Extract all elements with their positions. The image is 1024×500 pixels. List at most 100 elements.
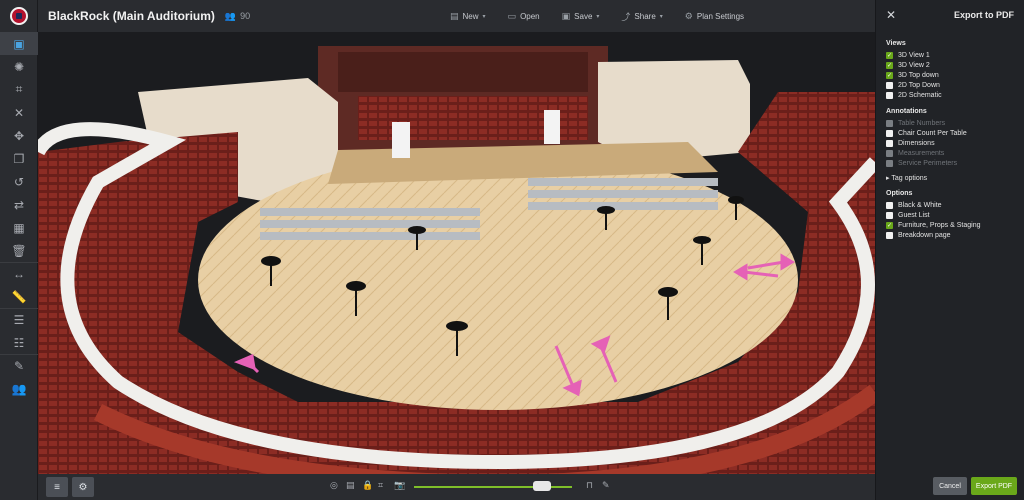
target-icon[interactable]: ◎	[330, 480, 338, 491]
cube-tool-button[interactable]: ▣	[0, 32, 38, 55]
magic-tool-button[interactable]: ✺	[0, 55, 38, 78]
swap-tool-button[interactable]: ⇄	[0, 193, 38, 216]
menu-share[interactable]: ⤴ Share ▾	[621, 10, 662, 23]
checkbox[interactable]	[886, 201, 893, 209]
annotation-option-label: Chair Count Per Table	[898, 129, 967, 137]
zoom-slider-thumb[interactable]	[533, 481, 551, 491]
view-option-label: 3D Top down	[898, 71, 939, 79]
image-tool-button[interactable]: ▦	[0, 216, 38, 239]
caret-right-icon: ▸	[886, 175, 890, 182]
gear-icon: ⚙	[684, 10, 693, 21]
views-section-title: Views	[886, 40, 906, 47]
menu-save[interactable]: ▣ Save ▾	[562, 11, 600, 22]
checkbox[interactable]	[886, 231, 893, 239]
layers-button[interactable]: ≡	[46, 477, 68, 497]
layers-icon: ≡	[54, 481, 60, 493]
folder-icon: ▭	[507, 10, 517, 21]
auditorium-floor	[198, 150, 798, 410]
measure-tool-button[interactable]: ↔	[0, 262, 38, 285]
view-option[interactable]: ✓ 3D View 1	[886, 50, 1024, 60]
view-option[interactable]: 2D Top Down	[886, 80, 1024, 90]
option-option[interactable]: Breakdown page	[886, 230, 1024, 240]
camera-icon[interactable]: 📷	[394, 480, 405, 491]
ruler-icon: 📏	[11, 289, 27, 304]
annotation-option: Table Numbers	[886, 118, 1024, 128]
annotation-option[interactable]: Dimensions	[886, 138, 1024, 148]
panel-title: Export to PDF	[954, 10, 1014, 20]
menu-open[interactable]: ▭ Open	[508, 11, 540, 22]
annotations-section-title: Annotations	[886, 108, 927, 115]
delete-x-button[interactable]: ✕	[0, 101, 38, 124]
close-icon[interactable]: ✕	[886, 8, 896, 22]
checkbox[interactable]	[886, 129, 893, 137]
option-option-label: Breakdown page	[898, 231, 951, 239]
option-option-label: Guest List	[898, 211, 930, 219]
align-top-button[interactable]: ☰	[0, 308, 38, 331]
annotations-list: Table Numbers Chair Count Per Table Dimens…	[876, 118, 1024, 168]
pencil-icon[interactable]: ✎	[602, 480, 610, 491]
checkbox	[886, 159, 893, 167]
crop-tool-button[interactable]: ⌗	[0, 78, 38, 101]
checkbox[interactable]: ✓	[886, 71, 893, 79]
annotation-option[interactable]: Chair Count Per Table	[886, 128, 1024, 138]
cancel-button[interactable]: Cancel	[933, 477, 967, 495]
top-bar: BlackRock (Main Auditorium) 👥 90 ▤ New ▾ ▭…	[38, 0, 875, 32]
floorplan-icon[interactable]: ▤	[346, 480, 355, 491]
lock-icon[interactable]: 🔒	[362, 480, 373, 491]
menu-new[interactable]: ▤ New ▾	[450, 11, 486, 22]
crop-icon[interactable]: ⌗	[378, 480, 383, 491]
bottom-bar: ≡ ⚙ ◎ ▤ 🔒 ⌗ 📷 ⊓ ✎	[38, 474, 875, 500]
copy-icon: ❐	[13, 151, 25, 166]
option-option[interactable]: Black & White	[886, 200, 1024, 210]
align-stack-icon: ☷	[13, 335, 25, 350]
crest-logo-icon	[10, 7, 28, 25]
options-list: Black & White Guest List ✓ Furniture, Props…	[876, 200, 1024, 240]
align-bottom-button[interactable]: ☷	[0, 331, 38, 354]
rotate-icon: ↺	[13, 174, 25, 189]
annotation-option-label: Dimensions	[898, 139, 935, 147]
view-option[interactable]: ✓ 3D Top down	[886, 70, 1024, 80]
annotation-option-label: Measurements	[898, 149, 945, 157]
edit-tool-button[interactable]: ✎	[0, 354, 38, 377]
rotate-tool-button[interactable]: ↺	[0, 170, 38, 193]
checkbox[interactable]	[886, 139, 893, 147]
tag-options-toggle[interactable]: ▸ Tag options	[886, 174, 1024, 182]
move-tool-button[interactable]: ✥	[0, 124, 38, 147]
doc-icon: ▤	[450, 10, 459, 21]
annotation-option: Service Perimeters	[886, 158, 1024, 168]
checkbox[interactable]: ✓	[886, 51, 893, 59]
option-option-label: Black & White	[898, 201, 942, 209]
edit-icon: ✎	[13, 359, 25, 373]
menu-plan-settings[interactable]: ⚙ Plan Settings	[685, 11, 744, 22]
people-icon: 👥	[11, 381, 27, 396]
option-option[interactable]: ✓ Furniture, Props & Staging	[886, 220, 1024, 230]
venue-title: BlackRock (Main Auditorium)	[48, 9, 215, 23]
trash-tool-button[interactable]: 🗑	[0, 239, 38, 262]
checkbox	[886, 149, 893, 157]
share-icon: ⤴	[621, 11, 631, 22]
panel-footer: Cancel Export PDF	[876, 474, 1024, 500]
checkbox[interactable]	[886, 81, 893, 89]
checkbox[interactable]: ✓	[886, 221, 893, 229]
people-tool-button[interactable]: 👥	[0, 377, 38, 400]
view-option-label: 2D Top Down	[898, 81, 940, 89]
view-option-label: 2D Schematic	[898, 91, 942, 99]
checkbox[interactable]: ✓	[886, 61, 893, 69]
guest-count-value: 90	[240, 11, 251, 21]
align-icon: ☰	[13, 313, 25, 327]
annotation-option-label: Service Perimeters	[898, 159, 958, 167]
checkbox[interactable]	[886, 91, 893, 99]
export-pdf-button[interactable]: Export PDF	[971, 477, 1017, 495]
logo	[0, 0, 38, 32]
settings-button[interactable]: ⚙	[72, 477, 94, 497]
view-option[interactable]: ✓ 3D View 2	[886, 60, 1024, 70]
ruler-tool-button[interactable]: 📏	[0, 285, 38, 308]
option-option[interactable]: Guest List	[886, 210, 1024, 220]
copy-tool-button[interactable]: ❐	[0, 147, 38, 170]
chair-icon[interactable]: ⊓	[586, 480, 593, 491]
auditorium-render	[38, 32, 875, 474]
checkbox[interactable]	[886, 211, 893, 219]
annotation-option: Measurements	[886, 148, 1024, 158]
view-option[interactable]: 2D Schematic	[886, 90, 1024, 100]
3d-viewport[interactable]	[38, 32, 875, 474]
